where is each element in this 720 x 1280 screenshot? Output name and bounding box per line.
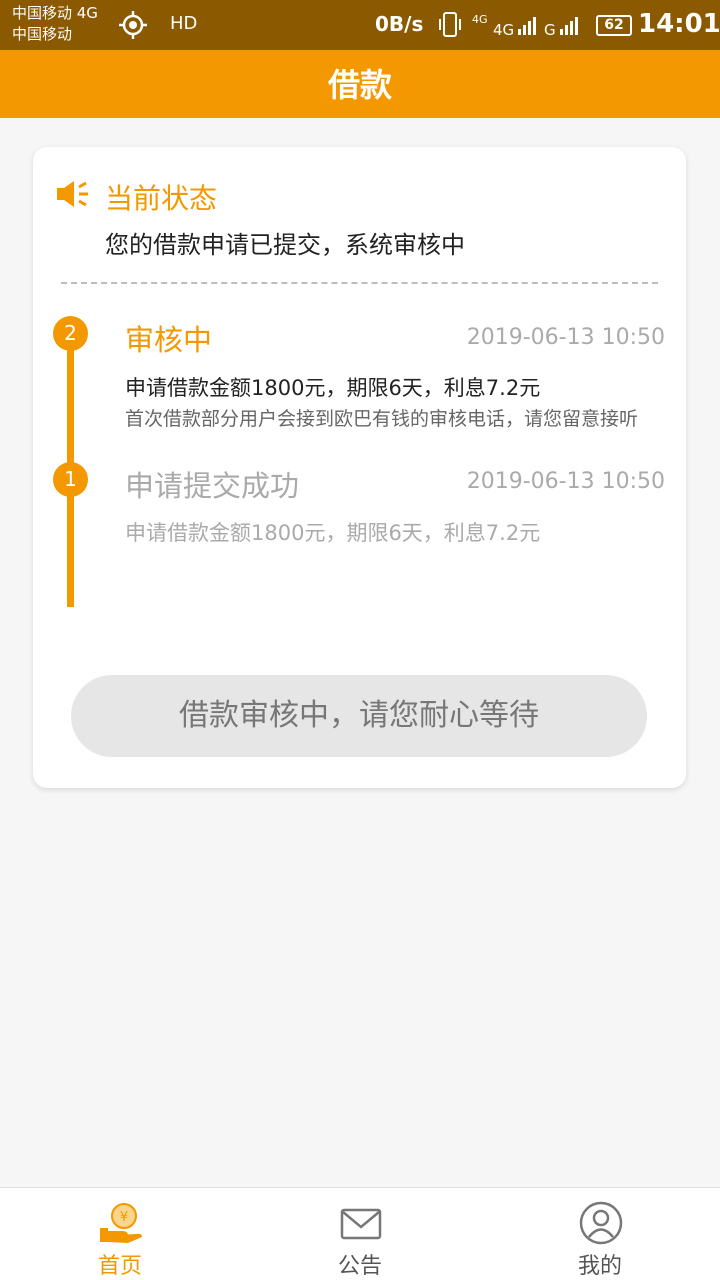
- step-time: 2019-06-13 10:50: [466, 325, 665, 350]
- envelope-icon: [340, 1208, 382, 1240]
- signal-bars-1-icon: [518, 17, 536, 35]
- review-pending-button[interactable]: 借款审核中，请您耐心等待: [71, 675, 647, 757]
- nav-item-home[interactable]: ¥ 首页: [60, 1188, 180, 1280]
- page-title: 借款: [327, 66, 392, 104]
- loan-status-card: 当前状态 您的借款申请已提交，系统审核中 2 审核中 2019-06-13 10…: [33, 147, 686, 788]
- signal-g-label: G: [544, 21, 556, 38]
- signal-4g-small-label: 4G: [472, 13, 488, 26]
- current-status-title: 当前状态: [105, 182, 218, 215]
- battery-indicator: 62: [596, 15, 632, 36]
- coin-hand-icon: ¥: [100, 1203, 142, 1243]
- clock: 14:01: [638, 9, 720, 39]
- gps-icon: [119, 11, 147, 39]
- step-number-badge: 1: [53, 462, 88, 497]
- current-status-message: 您的借款申请已提交，系统审核中: [105, 231, 465, 259]
- step-description: 申请借款金额1800元，期限6天，利息7.2元: [125, 521, 541, 545]
- nav-label-home: 首页: [97, 1254, 142, 1279]
- status-bar: 中国移动 4G 中国移动 HD 0B/s 4G 4G G 62 14:01: [0, 0, 720, 50]
- app-header: 借款: [0, 50, 720, 118]
- step-time: 2019-06-13 10:50: [466, 469, 665, 494]
- bottom-nav: ¥ 首页 公告 我的: [0, 1187, 720, 1280]
- signal-icons: 4G 4G G: [439, 12, 578, 38]
- network-speed: 0B/s: [375, 12, 424, 36]
- carrier-line-1: 中国移动 4G: [12, 4, 98, 22]
- step-title: 审核中: [125, 323, 213, 357]
- vibrate-icon: [439, 12, 461, 37]
- speaker-icon: [57, 181, 88, 207]
- dashed-divider: [61, 282, 658, 284]
- carrier-line-2: 中国移动: [12, 25, 73, 43]
- nav-item-mine[interactable]: 我的: [540, 1188, 660, 1280]
- nav-label-notice: 公告: [337, 1254, 382, 1279]
- svg-text:¥: ¥: [120, 1210, 128, 1225]
- carrier-info: 中国移动 4G 中国移动: [12, 3, 98, 45]
- user-icon: [579, 1201, 623, 1245]
- nav-label-mine: 我的: [577, 1254, 622, 1279]
- step-number-badge: 2: [53, 316, 88, 351]
- step-title: 申请提交成功: [125, 469, 300, 503]
- step-description: 申请借款金额1800元，期限6天，利息7.2元: [125, 376, 541, 400]
- signal-bars-2-icon: [560, 17, 578, 35]
- step-note: 首次借款部分用户会接到欧巴有钱的审核电话，请您留意接听: [125, 408, 639, 430]
- nav-item-notice[interactable]: 公告: [300, 1188, 420, 1280]
- signal-4g-label: 4G: [493, 21, 514, 38]
- hd-indicator: HD: [170, 13, 198, 34]
